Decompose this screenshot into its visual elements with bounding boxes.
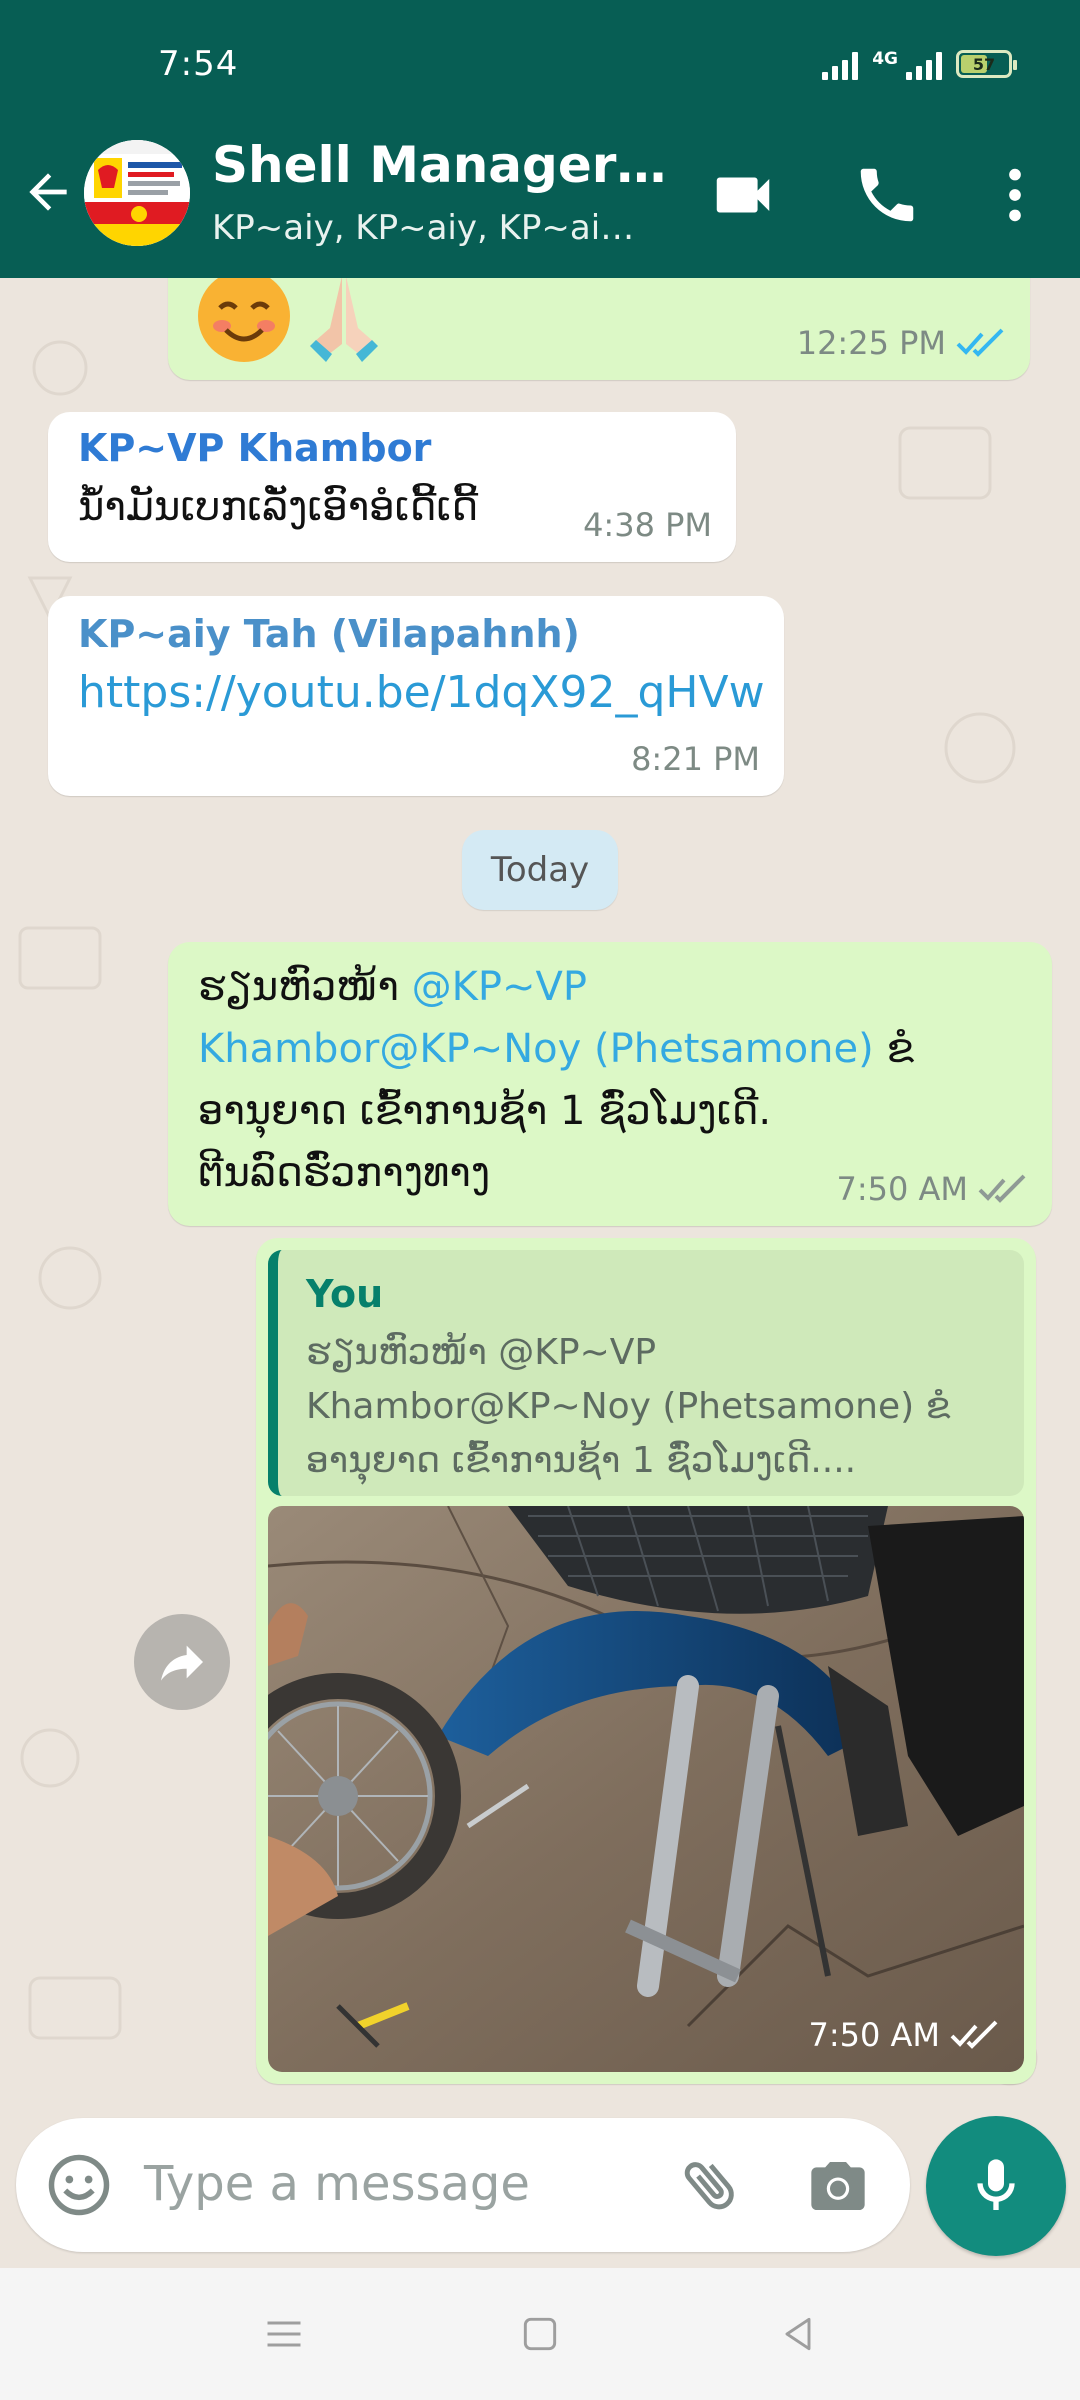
status-bar: 7:54 4G 57 [0,0,1080,110]
chat-header: Shell Manager Te... KP~aiy, KP~aiy, KP~a… [0,110,1080,278]
message-time: 12:25 PM [796,324,946,362]
status-icons: 4G 57 [822,49,1017,80]
message-text-line: ຕີນລົດຮົ່ວກາງທາງ [198,1150,491,1196]
chat-participants[interactable]: KP~aiy, KP~aiy, KP~aiy,... [212,208,652,248]
message-meta: 7:50 AM [808,2016,1000,2054]
quoted-text: ຮຽນຫົວໜ້າ @KP~VP Khambor@KP~Noy (Phetsam… [306,1326,1002,1488]
message-text-part: ຂໍ [873,1026,914,1072]
message-meta: 12:25 PM [797,324,1006,362]
message-time: 7:50 AM [808,2016,940,2054]
group-avatar[interactable] [84,140,190,246]
home-nav-icon[interactable] [518,2312,562,2356]
mention-link[interactable]: Khambor@KP~Noy (Phetsamone) [198,1026,874,1072]
forward-icon [161,1645,203,1681]
message-outgoing-photo[interactable]: You ຮຽນຫົວໜ້າ @KP~VP Khambor@KP~Noy (Phe… [256,1238,1036,2084]
message-meta: 7:50 AM [836,1170,1028,1208]
quoted-line: ອານຸຍາດ ເຂົ້າການຊ້າ 1 ຊົ່ວໂມງເດີ.... [306,1440,857,1481]
message-list[interactable]: 12:25 PM KP~VP Khambor ນ້ຳມັນເບກເລັ່ງເອົ… [0,278,1080,2118]
message-text: ຮຽນຫົວໜ້າ @KP~VP Khambor@KP~Noy (Phetsam… [198,956,998,1204]
message-meta: 8:21 PM [631,740,760,778]
back-nav-icon[interactable] [776,2312,820,2356]
network-type: 4G [872,49,898,69]
message-text: ນ້ຳມັນເບກເລັ່ງເອົາອໍເດີ້ເດີ້ [78,484,479,530]
message-input[interactable]: Type a message [144,2156,530,2212]
message-outgoing-emoji[interactable]: 12:25 PM [168,278,1030,380]
mention-link[interactable]: @KP~VP [412,964,587,1010]
mic-icon [977,2159,1015,2210]
smiling-face-emoji-icon [198,278,290,362]
read-ticks-icon [956,328,1004,357]
attach-icon[interactable] [678,2152,744,2218]
emoji-icon[interactable] [46,2152,112,2218]
menu-nav-icon[interactable] [262,2312,306,2356]
phone-icon[interactable] [852,160,922,230]
signal-icon [822,50,859,80]
more-vert-icon[interactable] [980,160,1050,230]
chat-title[interactable]: Shell Manager Te... [212,136,682,194]
back-arrow-icon[interactable] [20,164,76,220]
battery-level: 57 [972,54,996,74]
forward-button[interactable] [134,1614,230,1710]
quoted-author: You [306,1272,384,1316]
delivered-ticks-icon [978,1174,1026,1203]
message-time: 8:21 PM [631,740,760,778]
message-text-start: ຮຽນຫົວໜ້າ [198,964,412,1010]
signal-2-icon [906,50,942,80]
status-time: 7:54 [158,44,239,84]
camera-icon[interactable] [806,2154,870,2218]
battery-icon: 57 [956,50,1017,78]
message-time: 7:50 AM [836,1170,968,1208]
quoted-message[interactable]: You ຮຽນຫົວໜ້າ @KP~VP Khambor@KP~Noy (Phe… [268,1250,1024,1496]
quoted-line: ຮຽນຫົວໜ້າ @KP~VP [306,1332,657,1373]
message-link[interactable]: https://youtu.be/1dqX92_qHVw [78,662,765,724]
quoted-line: Khambor@KP~Noy (Phetsamone) ຂໍ [306,1386,951,1427]
folded-hands-emoji-icon [310,278,378,362]
message-composer[interactable]: Type a message [16,2118,910,2252]
message-meta: 4:38 PM [583,506,712,544]
message-sender[interactable]: KP~aiy Tah (Vilapahnh) [78,612,580,656]
message-incoming[interactable]: KP~VP Khambor ນ້ຳມັນເບກເລັ່ງເອົາອໍເດີ້ເດ… [48,412,736,562]
voice-record-button[interactable] [926,2116,1066,2256]
shell-logo-icon [84,140,190,246]
video-call-icon[interactable] [708,160,778,230]
message-incoming-link[interactable]: KP~aiy Tah (Vilapahnh) https://youtu.be/… [48,596,784,796]
message-outgoing[interactable]: ຮຽນຫົວໜ້າ @KP~VP Khambor@KP~Noy (Phetsam… [168,942,1052,1226]
date-divider: Today [462,830,618,910]
message-time: 4:38 PM [583,506,712,544]
photo-attachment[interactable]: 7:50 AM [268,1506,1024,2072]
message-sender[interactable]: KP~VP Khambor [78,426,431,470]
delivered-ticks-icon [950,2020,998,2049]
motorcycle-photo [268,1506,1024,2072]
system-nav-bar [0,2268,1080,2400]
message-text-line: ອານຸຍາດ ເຂົ້າການຊ້າ 1 ຊົ່ວໂມງເດີ. [198,1088,772,1134]
